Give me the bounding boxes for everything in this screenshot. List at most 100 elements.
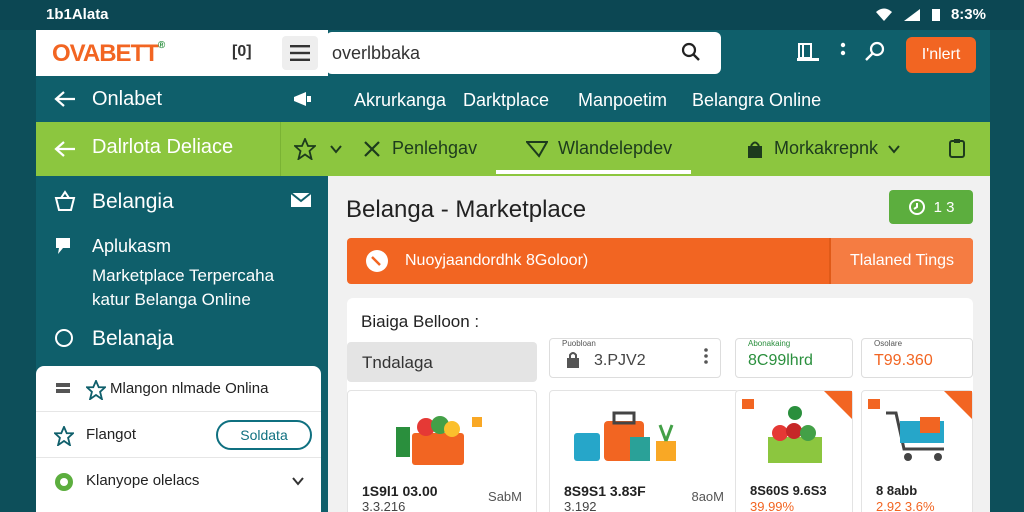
app-window: overlbbaka I'nlert Akrurkanga Darktplace… <box>36 30 990 512</box>
product-card[interactable]: 1S9l1 03.00 3.3.216 SabM <box>347 390 537 512</box>
product-price: 8S60S 9.6S3 <box>750 483 827 498</box>
nav2-item-2-label: Wlandelepdev <box>558 138 673 158</box>
nav2-item-3-label: Morkakrepnk <box>774 138 879 158</box>
nav2-item-2[interactable]: Wlandelepdev <box>526 138 672 159</box>
drawer-section-3[interactable]: Belanaja <box>92 327 174 351</box>
drawer-back-row[interactable]: Onlabet <box>36 76 328 122</box>
drawer-bottom-label: Klanyope olelacs <box>86 472 200 489</box>
list-icon <box>56 383 70 393</box>
chevron-down-icon[interactable] <box>292 476 304 486</box>
stat-card-1[interactable]: Puobloan 3.PJV2 <box>549 338 721 378</box>
stat-label: Osolare <box>874 339 903 348</box>
nav1-item-4[interactable]: Belangra Online <box>692 90 821 111</box>
badge-count: 1 3 <box>933 198 955 216</box>
lock-icon <box>567 352 579 368</box>
signal-icon <box>903 8 920 21</box>
clock-icon <box>908 199 925 215</box>
more-vert-icon[interactable] <box>704 347 708 365</box>
bag-icon <box>748 141 762 158</box>
arrow-back-icon <box>54 91 75 107</box>
circle-icon <box>55 329 73 347</box>
product-card[interactable]: 8S9S1 3.83F 3.192 8aoM <box>549 390 739 512</box>
grocery-basket-image <box>768 406 822 463</box>
search-icon[interactable] <box>681 42 701 62</box>
panel-title: Biaiga Belloon : <box>361 312 480 331</box>
page-title: Belanga - Marketplace <box>346 196 587 223</box>
favorite-button[interactable] <box>280 122 328 176</box>
drawer-bottom-label: Mlangon nlmade Onlina <box>110 380 269 397</box>
product-sub: 2.92 3.6% <box>876 499 935 512</box>
product-extra: SabM <box>488 489 522 504</box>
product-sub: 3.3.216 <box>362 499 406 512</box>
product-panel: Biaiga Belloon : Tndalaga Puobloan 3.PJV… <box>347 298 973 512</box>
side-drawer: OVABETT® [0] Onlabet Dalrlota Deliace Be… <box>36 30 328 512</box>
product-price: 8S9S1 3.83F <box>564 483 646 499</box>
drawer-bottom-list: Mlangon nlmade Onlina Flangot Soldata Kl… <box>36 366 321 512</box>
search-input[interactable]: overlbbaka <box>326 32 721 74</box>
drawer-back-label: Onlabet <box>92 88 163 110</box>
banner-button[interactable]: Tlalaned Tings <box>829 238 973 284</box>
wifi-icon <box>875 8 892 21</box>
hamburger-menu-button[interactable] <box>282 36 318 70</box>
flag-icon <box>868 399 880 409</box>
arrow-back-icon <box>54 141 75 157</box>
header-icons <box>796 40 886 62</box>
category-chip[interactable]: Tndalaga <box>347 342 537 382</box>
tag-promo-icon <box>366 250 388 272</box>
drawer-section-1[interactable]: Belangia <box>92 190 174 214</box>
drawer-bottom-item[interactable]: Klanyope olelacs <box>36 458 321 504</box>
product-sub: 39.99% <box>750 499 795 512</box>
stat-value: T99.360 <box>874 352 933 369</box>
main-content: Belanga - Marketplace 1 3 Nuoyjaandordhk… <box>328 176 990 512</box>
megaphone-icon[interactable] <box>292 90 312 108</box>
luggage-image <box>574 411 676 461</box>
shopping-cart-image <box>886 411 944 461</box>
banner-text: Nuoyjaandordhk 8Goloor) <box>405 252 589 269</box>
more-vert-icon[interactable] <box>840 41 846 61</box>
status-badge[interactable]: 1 3 <box>889 190 973 224</box>
mail-icon[interactable] <box>290 192 312 208</box>
drawer-bottom-label: Flangot <box>86 426 137 443</box>
drawer-active-row[interactable]: Dalrlota Deliace <box>36 122 328 176</box>
drawer-section-2[interactable]: Aplukasm <box>92 236 171 257</box>
logo-bar: OVABETT® [0] <box>36 30 328 76</box>
search-value: overlbbaka <box>332 43 421 63</box>
status-bar: 1b1Alata 8:3% <box>0 0 1024 30</box>
stat-card-3[interactable]: Osolare T99.360 <box>861 338 973 378</box>
nav2-item-1[interactable]: Penlehgav <box>362 138 477 159</box>
drawer-bottom-item[interactable]: Mlangon nlmade Onlina <box>36 366 321 412</box>
nav1-item-2[interactable]: Darktplace <box>463 90 549 111</box>
logo-mid-text: [0] <box>232 43 252 60</box>
star-icon <box>54 426 74 446</box>
product-price: 8 8abb <box>876 483 918 498</box>
tag-icon <box>526 140 548 158</box>
stat-label: Puobloan <box>562 339 596 348</box>
chevron-down-icon[interactable] <box>888 144 900 154</box>
product-card[interactable]: 8S60S 9.6S3 39.99% <box>735 390 853 512</box>
nav2-item-3[interactable]: Morkakrepnk <box>746 138 900 159</box>
search-alt-icon[interactable] <box>864 40 886 62</box>
nav1-item-1[interactable]: Akrurkanga <box>354 90 446 111</box>
chat-icon <box>56 238 70 254</box>
drawer-pill-button[interactable]: Soldata <box>216 420 312 450</box>
product-price: 1S9l1 03.00 <box>362 483 438 499</box>
drawer-active-label: Dalrlota Deliace <box>92 136 234 158</box>
battery-level: 8:3% <box>950 6 986 23</box>
stat-card-2[interactable]: Abonakaing 8C99lhrd <box>735 338 853 378</box>
basket-icon <box>54 190 76 211</box>
stat-value: 8C99lhrd <box>748 352 813 369</box>
stat-label: Abonakaing <box>748 339 791 348</box>
product-extra: 8aoM <box>691 489 724 504</box>
nav1-item-3[interactable]: Manpoetim <box>578 90 667 111</box>
drawer-bottom-item[interactable]: Flangot Soldata <box>36 412 321 458</box>
product-card[interactable]: 8 8abb 2.92 3.6% <box>861 390 973 512</box>
promo-banner[interactable]: Nuoyjaandordhk 8Goloor) Tlalaned Tings <box>347 238 973 284</box>
brand-logo[interactable]: OVABETT® <box>52 40 165 68</box>
nav2-item-1-label: Penlehgav <box>392 138 478 158</box>
tools-icon <box>364 140 380 157</box>
store-icon[interactable] <box>796 40 822 62</box>
header-action-button[interactable]: I'nlert <box>906 37 976 73</box>
active-tab-indicator <box>496 170 691 174</box>
chevron-down-icon[interactable] <box>330 144 342 154</box>
clipboard-icon[interactable] <box>948 138 966 158</box>
